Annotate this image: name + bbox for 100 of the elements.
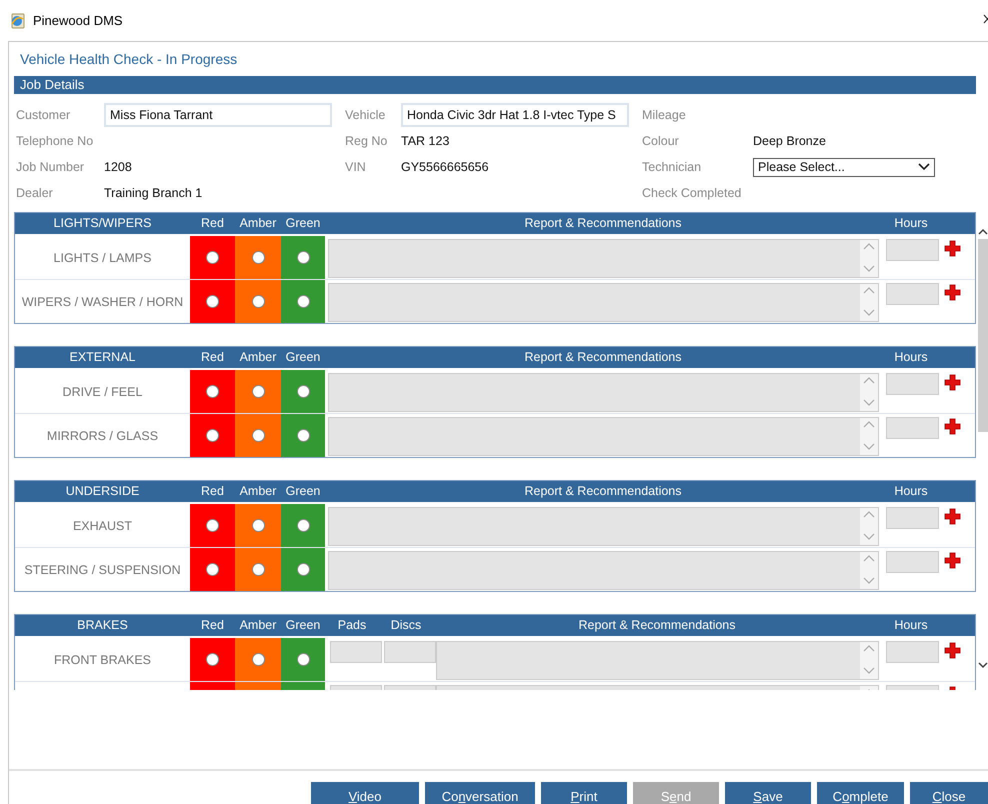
report-field[interactable] [328,417,879,456]
rating-radio[interactable] [252,251,264,264]
add-icon[interactable] [944,374,961,391]
spin-arrows-icon[interactable] [860,240,878,277]
spin-arrows-icon[interactable] [860,418,878,455]
report-field[interactable] [328,283,879,322]
hours-field[interactable] [886,373,939,395]
action-button[interactable]: Complete [817,782,904,804]
column-heading: Red [200,349,225,366]
field-label: Customer [16,108,72,122]
action-button[interactable]: Close [910,782,988,804]
dropdown-icon [918,163,930,171]
text-field[interactable]: Miss Fiona Tarrant [104,103,332,127]
report-field[interactable] [328,239,879,278]
add-icon[interactable] [944,418,961,435]
rating-radio[interactable] [296,563,310,576]
section-title: EXTERNAL [68,349,136,366]
rating-radio[interactable] [252,429,264,442]
add-icon[interactable] [944,642,961,659]
hours-field[interactable] [886,507,939,529]
measurement-field[interactable] [384,641,436,663]
scroll-down-icon[interactable] [978,662,988,669]
action-button[interactable]: Video [311,782,419,804]
spin-arrows-icon[interactable] [860,552,878,589]
check-item-label: STEERING / SUSPENSION [23,562,182,578]
rating-radio[interactable] [296,295,310,308]
field-value: 1208 [104,160,133,174]
section-header: Job Details [14,76,976,94]
action-button[interactable]: Print [541,782,627,804]
rating-radio[interactable] [252,653,264,666]
column-heading: Report & Recommendations [523,349,683,366]
hours-field[interactable] [886,283,939,305]
rating-radio[interactable] [252,563,264,576]
rating-radio[interactable] [296,653,310,666]
hours-field[interactable] [886,417,939,439]
field-label: Reg No [345,134,388,148]
rating-radio[interactable] [296,519,310,532]
rating-radio[interactable] [296,385,310,398]
text-field[interactable]: Honda Civic 3dr Hat 1.8 I-vtec Type S [401,103,629,127]
column-heading: Amber [238,483,278,500]
add-icon[interactable] [944,284,961,301]
hours-field[interactable] [886,239,939,261]
column-heading: Hours [893,483,929,500]
field-label: VIN [345,160,367,174]
rating-radio[interactable] [206,519,219,532]
report-field[interactable] [328,507,879,546]
column-heading: Amber [238,617,278,634]
add-icon[interactable] [944,508,961,525]
rating-radio[interactable] [252,519,264,532]
spin-arrows-icon[interactable] [860,508,878,545]
rating-radio[interactable] [206,251,219,264]
add-icon[interactable] [944,240,961,257]
rating-radio[interactable] [206,385,219,398]
check-item-label: WIPERS / WASHER / HORN [20,294,184,310]
rating-radio[interactable] [206,653,219,666]
column-heading: Hours [893,215,929,232]
field-label: Job Number [16,160,86,174]
rating-radio[interactable] [252,295,264,308]
field-value: Deep Bronze [753,134,827,148]
report-field[interactable] [328,551,879,590]
field-label: Technician [642,160,702,174]
column-heading: Red [200,483,225,500]
add-icon[interactable] [944,552,961,569]
spin-arrows-icon[interactable] [860,284,878,321]
action-button[interactable]: Conversation [425,782,535,804]
field-label: Colour [642,134,680,148]
section-title: UNDERSIDE [64,483,140,500]
check-item-label: MIRRORS / GLASS [46,428,160,444]
spin-arrows-icon[interactable] [860,374,878,411]
column-heading: Red [200,215,225,232]
report-field[interactable] [328,373,879,412]
window-title: Pinewood DMS [33,13,123,28]
check-item-label: EXHAUST [72,518,134,534]
hours-field[interactable] [886,641,939,663]
hours-field[interactable] [886,551,939,573]
rating-radio[interactable] [206,563,219,576]
column-heading: Hours [893,349,929,366]
page-title: Vehicle Health Check - In Progress [19,50,238,69]
column-heading: Report & Recommendations [577,617,737,634]
measurement-field[interactable] [330,641,382,663]
field-label: Mileage [642,108,687,122]
rating-radio[interactable] [296,251,310,264]
rating-radio[interactable] [206,429,219,442]
rating-radio[interactable] [296,429,310,442]
action-button[interactable]: Save [725,782,811,804]
section-title: BRAKES [76,617,129,634]
technician-select[interactable]: Please Select... [753,158,935,176]
report-field[interactable] [436,641,879,680]
field-value: GY5566665656 [401,160,490,174]
column-heading: Green [284,617,322,634]
scroll-up-icon[interactable] [978,228,988,235]
check-item-label: DRIVE / FEEL [62,384,144,400]
app-icon [10,12,26,28]
scrollbar-thumb[interactable] [978,239,988,432]
field-label: Vehicle [345,108,386,122]
rating-radio[interactable] [206,295,219,308]
spin-arrows-icon[interactable] [860,642,878,679]
field-label: Dealer [16,186,54,200]
rating-radio[interactable] [252,385,264,398]
column-heading: Hours [893,617,929,634]
